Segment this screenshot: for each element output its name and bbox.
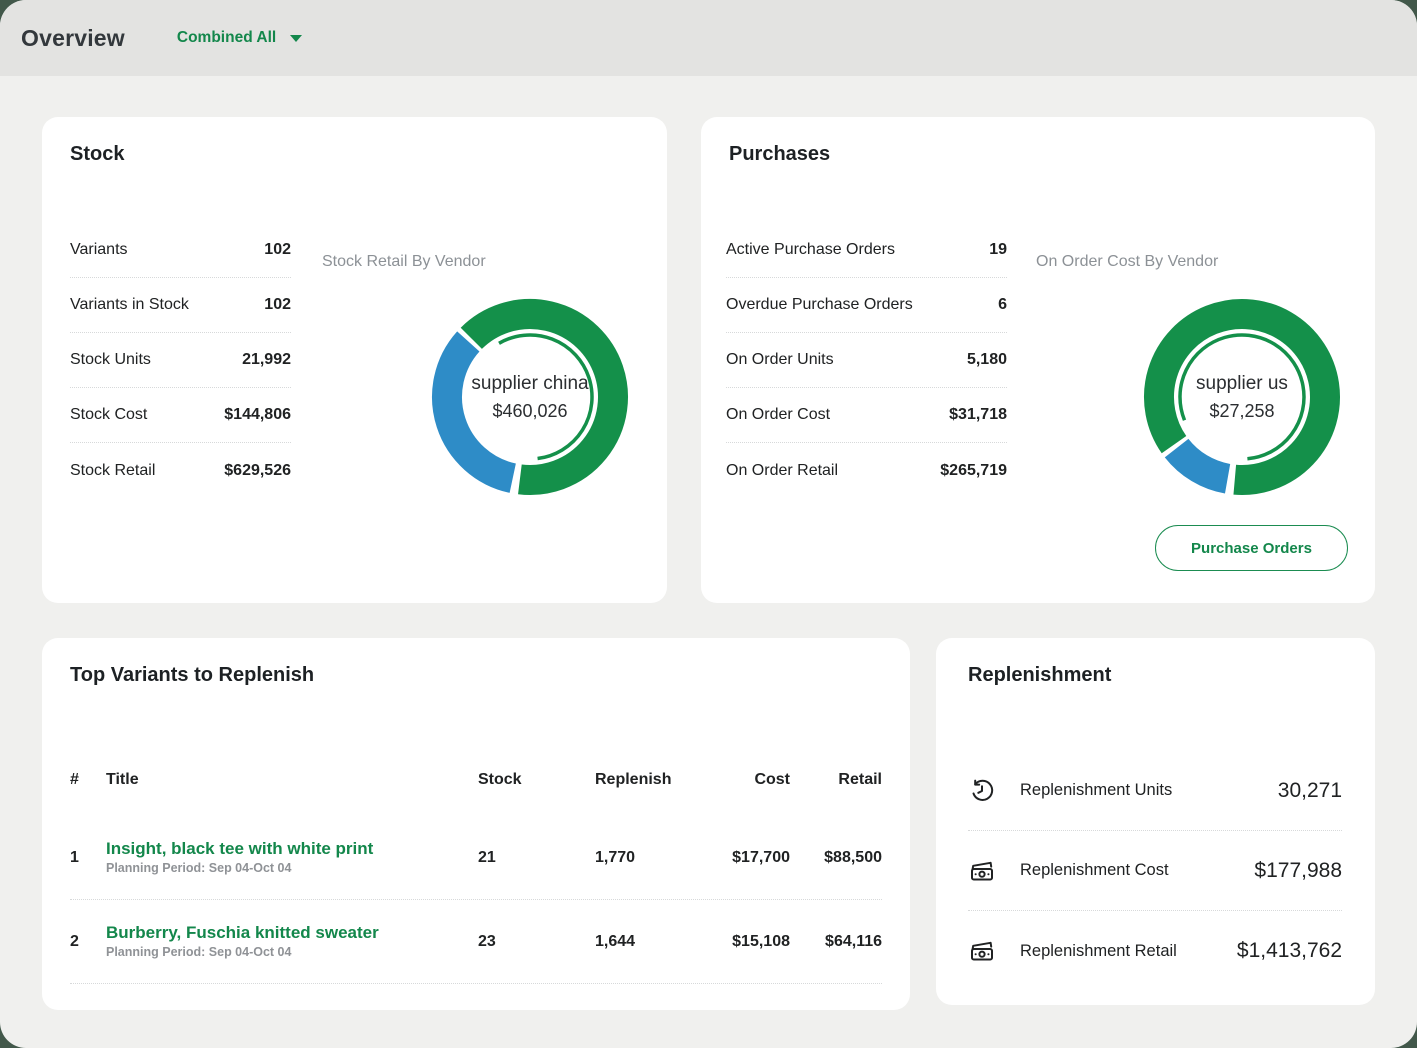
stat-value: $144,806 [224,406,291,424]
scope-selector-dropdown[interactable]: Combined All [177,29,302,47]
cash-icon [968,937,996,965]
caret-down-icon [290,35,302,42]
top-variants-card: Top Variants to Replenish # Title Stock … [42,638,910,1010]
on-order-cost-by-vendor-donut-chart[interactable]: supplier us $27,258 [1142,297,1342,497]
stat-row-stock-units: Stock Units 21,992 [70,333,291,388]
purchases-stats-list: Active Purchase Orders 19 Overdue Purcha… [726,223,1007,498]
purchases-card-title: Purchases [729,143,830,166]
replenishment-value: $177,988 [1254,859,1342,883]
cell-rank: 2 [70,933,106,951]
stat-value: $265,719 [940,462,1007,480]
col-header-rank: # [70,771,106,789]
stat-row-on-order-retail: On Order Retail $265,719 [726,443,1007,498]
content-area: Stock Variants 102 Variants in Stock 102… [0,76,1417,1048]
stock-stats-list: Variants 102 Variants in Stock 102 Stock… [70,223,291,498]
stat-label: Stock Cost [70,406,147,424]
stat-row-variants-in-stock: Variants in Stock 102 [70,278,291,333]
stat-row-on-order-cost: On Order Cost $31,718 [726,388,1007,443]
cell-replenish: 1,770 [595,849,719,867]
replenishment-card: Replenishment Replenishment Units 30,271 [936,638,1375,1005]
top-variants-card-title: Top Variants to Replenish [70,664,314,687]
stock-retail-by-vendor-donut-chart[interactable]: supplier china $460,026 [430,297,630,497]
table-row: 1 Insight, black tee with white print Pl… [70,816,882,900]
stock-card: Stock Variants 102 Variants in Stock 102… [42,117,667,603]
stat-label: Overdue Purchase Orders [726,296,913,314]
stat-label: Active Purchase Orders [726,241,895,259]
stat-value: 102 [264,241,291,259]
replenishment-cost-row: Replenishment Cost $177,988 [968,831,1342,911]
table-row: 2 Burberry, Fuschia knitted sweater Plan… [70,900,882,984]
replenishment-value: 30,271 [1278,779,1342,803]
purchases-card: Purchases Active Purchase Orders 19 Over… [701,117,1375,603]
stat-label: Stock Retail [70,462,155,480]
purchase-orders-button[interactable]: Purchase Orders [1155,525,1348,571]
stat-value: $629,526 [224,462,291,480]
cell-retail: $64,116 [790,933,882,951]
replenishment-card-title: Replenishment [968,664,1111,687]
stat-row-overdue-purchase-orders: Overdue Purchase Orders 6 [726,278,1007,333]
variant-title-link[interactable]: Insight, black tee with white print [106,839,478,859]
top-bar: Overview Combined All [0,0,1417,76]
variants-table-header: # Title Stock Replenish Cost Retail [70,768,882,792]
variants-table-body: 1 Insight, black tee with white print Pl… [70,816,882,984]
cell-stock: 23 [478,933,595,951]
cell-replenish: 1,644 [595,933,719,951]
stat-label: On Order Cost [726,406,830,424]
page-title: Overview [21,25,125,52]
replenishment-label: Replenishment Cost [1020,861,1169,880]
stat-row-active-purchase-orders: Active Purchase Orders 19 [726,223,1007,278]
stat-value: 19 [989,241,1007,259]
stat-row-stock-cost: Stock Cost $144,806 [70,388,291,443]
stat-label: On Order Units [726,351,834,369]
stock-chart-label: Stock Retail By Vendor [322,253,486,271]
cash-icon [968,857,996,885]
replenishment-label: Replenishment Units [1020,781,1172,800]
stat-row-stock-retail: Stock Retail $629,526 [70,443,291,498]
stat-value: 6 [998,296,1007,314]
stat-value: 5,180 [967,351,1007,369]
variant-title-link[interactable]: Burberry, Fuschia knitted sweater [106,923,478,943]
cell-title: Insight, black tee with white print Plan… [106,839,478,877]
stat-value: $31,718 [949,406,1007,424]
stat-value: 21,992 [242,351,291,369]
stat-label: On Order Retail [726,462,838,480]
overview-page: Overview Combined All Stock Variants 102… [0,0,1417,1048]
stat-label: Stock Units [70,351,151,369]
cell-retail: $88,500 [790,849,882,867]
cell-title: Burberry, Fuschia knitted sweater Planni… [106,923,478,961]
stat-label: Variants in Stock [70,296,189,314]
variants-table: # Title Stock Replenish Cost Retail 1 In… [70,768,882,984]
col-header-title: Title [106,771,478,789]
col-header-retail: Retail [790,771,882,789]
cell-rank: 1 [70,849,106,867]
scope-selector-value: Combined All [177,29,276,47]
replenishment-rows: Replenishment Units 30,271 Replenishment… [968,751,1342,991]
replenishment-value: $1,413,762 [1237,939,1342,963]
stock-card-title: Stock [70,143,124,166]
stat-row-on-order-units: On Order Units 5,180 [726,333,1007,388]
purchases-chart-label: On Order Cost By Vendor [1036,253,1218,271]
replenishment-retail-row: Replenishment Retail $1,413,762 [968,911,1342,991]
col-header-cost: Cost [719,771,790,789]
col-header-stock: Stock [478,771,595,789]
stat-value: 102 [264,296,291,314]
planning-period-label: Planning Period: Sep 04-Oct 04 [106,945,291,959]
stat-label: Variants [70,241,128,259]
cell-cost: $15,108 [719,933,790,951]
stat-row-variants: Variants 102 [70,223,291,278]
cell-stock: 21 [478,849,595,867]
cell-cost: $17,700 [719,849,790,867]
planning-period-label: Planning Period: Sep 04-Oct 04 [106,861,291,875]
replenishment-label: Replenishment Retail [1020,942,1177,961]
replenishment-units-row: Replenishment Units 30,271 [968,751,1342,831]
history-icon [968,777,996,805]
col-header-replenish: Replenish [595,771,719,789]
